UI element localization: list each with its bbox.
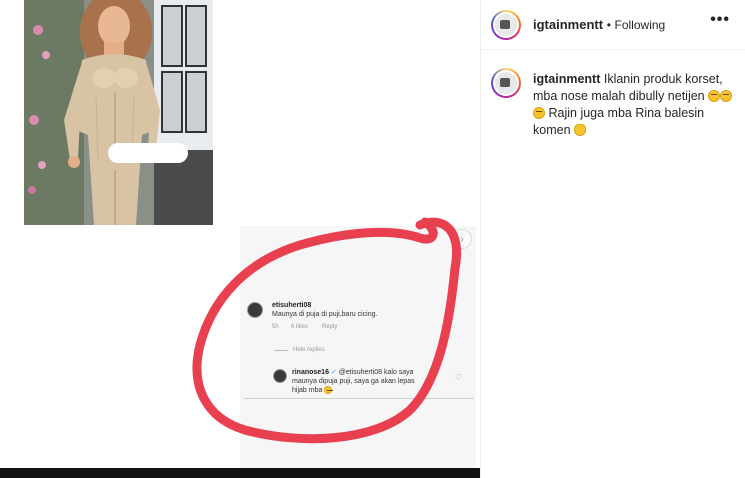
- comment2-text-1: @etisuherti08 kalo saya: [338, 369, 414, 376]
- embedded-comment-screenshot: [240, 226, 476, 478]
- panel-divider: [244, 398, 474, 399]
- author-avatar[interactable]: [491, 10, 521, 40]
- caption-avatar[interactable]: [491, 68, 521, 98]
- comment2-line1: rinanose16 ✓ @etisuherti08 kalo saya: [292, 368, 442, 377]
- comment1-likes: 6 likes: [291, 324, 309, 330]
- verified-icon: ✓: [330, 369, 337, 376]
- clap-emoji-icon: [574, 124, 587, 136]
- commenter-avatar: [247, 302, 263, 318]
- heart-icon[interactable]: ♡: [455, 373, 462, 382]
- post-header: igtainmentt • Following •••: [481, 0, 745, 50]
- hide-replies-line: [274, 350, 288, 351]
- chevron-right-icon[interactable]: ›: [452, 229, 472, 249]
- hide-replies: Hide replies: [293, 347, 325, 353]
- following-button[interactable]: Following: [615, 18, 666, 32]
- thinking-emoji-icon: [708, 90, 721, 102]
- caption-username[interactable]: igtainmentt: [533, 72, 600, 86]
- avatar-image: [495, 72, 517, 94]
- post-photo: [24, 0, 213, 225]
- header-username[interactable]: igtainmentt: [533, 17, 603, 32]
- video-bottom-bar: [0, 468, 480, 478]
- header-user-row: igtainmentt • Following: [533, 17, 665, 32]
- post-sidebar: igtainmentt • Following ••• igtainmentt …: [480, 0, 745, 478]
- comment2-user: rinanose16: [292, 369, 329, 376]
- comment1-text: Maunya di puja di puji,baru cicing.: [272, 311, 378, 318]
- comment1-time: 5h: [272, 324, 279, 330]
- comment2-text-3: hijab mba: [292, 387, 323, 394]
- emoji-icon: [324, 386, 334, 394]
- avatar-image: [495, 14, 517, 36]
- reply-avatar: [273, 369, 287, 383]
- comment2-text-2: maunya dipuja puji, saya ga akan lepas: [292, 378, 415, 385]
- thinking-emoji-icon: [720, 90, 733, 102]
- separator-dot: •: [606, 18, 611, 32]
- more-options-icon[interactable]: •••: [710, 11, 730, 29]
- comment2-line3: hijab mba: [292, 386, 334, 395]
- comment1-user: etisuherti08: [272, 302, 312, 309]
- post-caption: igtainmentt Iklanin produk korset, mba n…: [533, 71, 738, 139]
- post-media: › etisuherti08 Maunya di puja di puji,ba…: [0, 0, 480, 478]
- caption-text-2: Rajin juga mba Rina balesin komen: [533, 106, 705, 137]
- thinking-emoji-icon: [533, 107, 545, 119]
- comment1-reply: Reply: [322, 324, 338, 330]
